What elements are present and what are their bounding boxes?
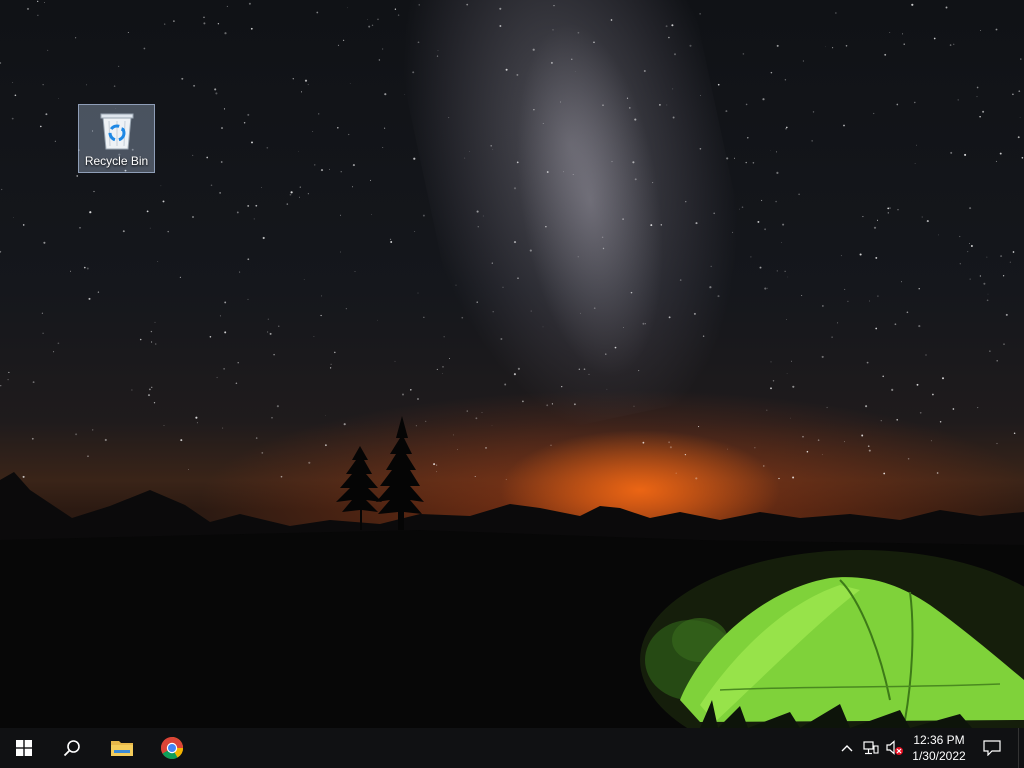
taskbar: 12:36 PM 1/30/2022 [0,728,1024,768]
tree-right [376,416,424,530]
tree-left [336,446,382,530]
chrome-button[interactable] [148,728,196,768]
clock-time: 12:36 PM [913,733,965,747]
clock-date: 1/30/2022 [912,749,966,763]
show-hidden-icons-button[interactable] [836,728,858,768]
desktop: Recycle Bin [0,0,1024,728]
volume-muted-icon [886,740,903,755]
clock[interactable]: 12:36 PM 1/30/2022 [904,728,974,768]
volume-button[interactable] [884,728,906,768]
network-button[interactable] [860,728,882,768]
search-button[interactable] [48,728,96,768]
action-center-button[interactable] [978,728,1006,768]
chrome-icon [161,737,183,759]
chevron-up-icon [841,745,853,752]
windows-logo-icon [16,740,32,756]
recycle-bin-label: Recycle Bin [84,154,149,168]
file-explorer-button[interactable] [98,728,146,768]
search-icon [63,740,80,757]
network-icon [863,741,879,755]
file-explorer-icon [111,741,133,756]
recycle-bin-icon [100,113,133,150]
notification-icon [983,740,1001,756]
recycle-bin-shortcut[interactable]: Recycle Bin [78,104,155,173]
show-desktop-button[interactable] [1018,728,1024,768]
start-button[interactable] [0,728,48,768]
